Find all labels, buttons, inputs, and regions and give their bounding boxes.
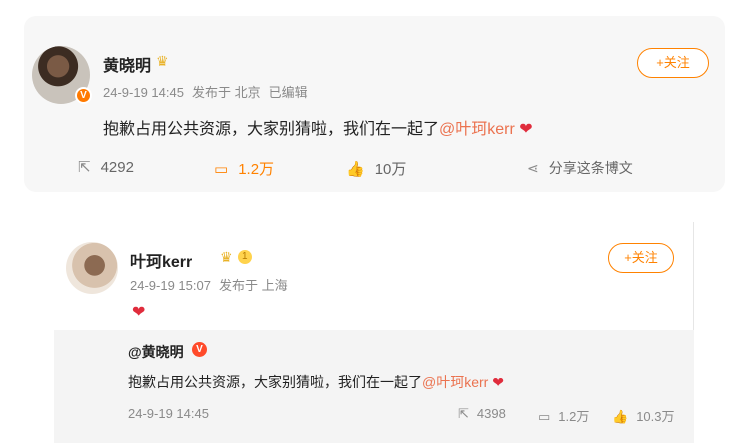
weibo-repost-card: 叶珂kerr ♛ 1 24-9-19 15:07 发布于 上海 +关注 ❤ @黄晓… (54, 222, 694, 443)
heart-emoji: ❤ (519, 121, 533, 138)
follow-button[interactable]: +关注 (637, 48, 709, 78)
post-meta: 24-9-19 14:45 发布于 北京 已编辑 (103, 82, 316, 101)
like-button[interactable]: 👍 10万 (346, 158, 406, 179)
quoted-like-button[interactable]: 👍 10.3万 (612, 406, 675, 425)
location: 发布于 上海 (218, 278, 288, 293)
crown-icon: ♛ (156, 53, 169, 69)
author-name[interactable]: 黄晓明 (103, 52, 151, 76)
heart-emoji: ❤ (492, 374, 504, 390)
post-body: 抱歉占用公共资源，大家别猜啦，我们在一起了 (103, 121, 440, 138)
repost-icon: ⇱ (458, 406, 469, 421)
thumbs-up-icon: 👍 (346, 161, 365, 178)
like-count: 10.3万 (636, 409, 675, 424)
comment-icon: ▭ (538, 409, 551, 424)
quoted-repost-button[interactable]: ⇱ 4398 (458, 406, 506, 422)
comment-icon: ▭ (214, 161, 229, 178)
repost-icon: ⇱ (78, 159, 91, 176)
share-label: 分享这条博文 (548, 160, 633, 176)
quoted-comment-button[interactable]: ▭ 1.2万 (538, 406, 589, 425)
share-icon: ⋖ (527, 160, 539, 176)
vip-level-badge: 1 (238, 250, 252, 264)
quoted-body: 抱歉占用公共资源，大家别猜啦，我们在一起了 (128, 374, 422, 390)
repost-count: 4398 (476, 406, 506, 421)
like-count: 10万 (374, 161, 407, 178)
repost-count: 4292 (100, 159, 134, 176)
mention-link[interactable]: @叶珂kerr (422, 374, 488, 390)
thumbs-up-icon: 👍 (612, 409, 629, 424)
comment-button[interactable]: ▭ 1.2万 (214, 158, 274, 179)
comment-count: 1.2万 (558, 409, 590, 424)
verified-badge-icon: V (75, 87, 92, 104)
timestamp[interactable]: 24-9-19 15:07 (130, 278, 211, 293)
comment-count: 1.2万 (238, 161, 275, 178)
follow-button[interactable]: +关注 (608, 243, 674, 273)
quoted-text: 抱歉占用公共资源，大家别猜啦，我们在一起了@叶珂kerr ❤ (128, 372, 504, 392)
verified-badge-icon: V (192, 342, 207, 357)
quoted-author[interactable]: @黄晓明 (128, 342, 184, 362)
edited-label[interactable]: 已编辑 (269, 85, 308, 100)
avatar[interactable] (66, 242, 118, 294)
post-text: 抱歉占用公共资源，大家别猜啦，我们在一起了@叶珂kerr ❤ (103, 115, 533, 139)
crown-icon: ♛ (220, 249, 233, 265)
post-meta: 24-9-19 15:07 发布于 上海 (130, 275, 296, 294)
quoted-post[interactable]: @黄晓明 V 抱歉占用公共资源，大家别猜啦，我们在一起了@叶珂kerr ❤ 24… (54, 330, 694, 443)
author-name[interactable]: 叶珂kerr (130, 248, 192, 272)
weibo-post-card: V 黄晓明 ♛ 24-9-19 14:45 发布于 北京 已编辑 +关注 抱歉占用公… (24, 16, 725, 192)
location: 发布于 北京 (191, 85, 261, 100)
timestamp[interactable]: 24-9-19 14:45 (103, 85, 184, 100)
repost-button[interactable]: ⇱ 4292 (78, 158, 134, 176)
quoted-timestamp[interactable]: 24-9-19 14:45 (128, 406, 209, 421)
mention-link[interactable]: @叶珂kerr (439, 121, 515, 138)
heart-emoji: ❤ (132, 304, 146, 321)
share-button[interactable]: ⋖ 分享这条博文 (527, 158, 633, 178)
